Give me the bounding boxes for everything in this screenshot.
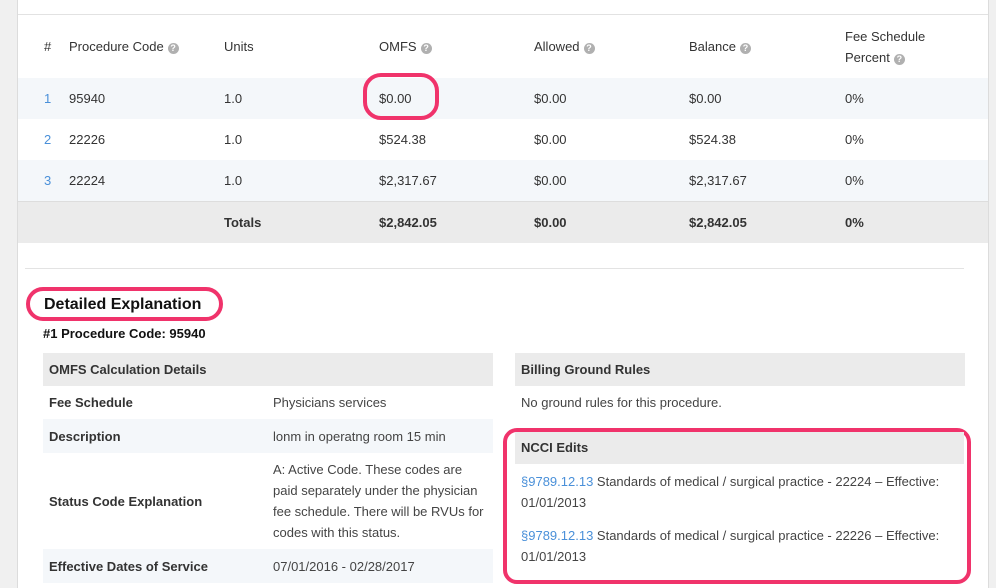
ncci-edit-item: §9789.12.13 Standards of medical / surgi… bbox=[521, 525, 961, 567]
header-omfs: OMFS? bbox=[379, 15, 534, 78]
cell-code: 95940 bbox=[69, 91, 106, 106]
ground-rules-text: No ground rules for this procedure. bbox=[521, 395, 722, 410]
table-row[interactable]: 1 95940 1.0 $0.00 $0.00 $0.00 0% bbox=[18, 78, 988, 119]
cell-omfs: $2,317.67 bbox=[379, 172, 437, 188]
highlight-circle-omfs bbox=[363, 73, 439, 120]
detail-value: 07/01/2016 - 02/28/2017 bbox=[273, 558, 415, 574]
header-units: Units bbox=[224, 39, 254, 54]
detail-value: lonm in operatng room 15 min bbox=[273, 428, 446, 444]
cell-allowed: $0.00 bbox=[534, 91, 567, 106]
totals-omfs: $2,842.05 bbox=[379, 200, 534, 243]
table-header-row: # Procedure Code? Units OMFS? Allowed? B… bbox=[18, 15, 988, 78]
ncci-edits-header: NCCI Edits bbox=[515, 432, 964, 464]
cell-allowed: $0.00 bbox=[534, 132, 567, 147]
cell-fsp: 0% bbox=[845, 132, 864, 147]
cell-code: 22224 bbox=[69, 172, 106, 188]
cell-units: 1.0 bbox=[224, 132, 243, 147]
totals-label: Totals bbox=[224, 200, 379, 243]
omfs-details-table: Fee Schedule Physicians services Descrip… bbox=[43, 386, 493, 583]
procedure-subtitle: #1 Procedure Code: 95940 bbox=[43, 326, 206, 341]
header-num: # bbox=[44, 39, 52, 54]
detail-row: Effective Dates of Service 07/01/2016 - … bbox=[43, 549, 493, 583]
section-divider bbox=[25, 268, 964, 269]
header-fee-schedule-percent: Fee Schedule Percent? bbox=[845, 28, 926, 65]
detail-row: Status Code Explanation A: Active Code. … bbox=[43, 453, 493, 549]
procedure-table: # Procedure Code? Units OMFS? Allowed? B… bbox=[18, 15, 988, 243]
panel-header: OMFS Calculation Details bbox=[43, 353, 493, 386]
help-icon[interactable]: ? bbox=[583, 43, 595, 54]
row-number-link[interactable]: 2 bbox=[44, 132, 51, 147]
cell-units: 1.0 bbox=[224, 91, 243, 106]
cell-allowed: $0.00 bbox=[534, 172, 567, 188]
panel-header: Billing Ground Rules bbox=[515, 353, 965, 386]
table-row[interactable]: 2 22226 1.0 $524.38 $0.00 $524.38 0% bbox=[18, 119, 988, 160]
detail-key: Status Code Explanation bbox=[49, 493, 203, 509]
totals-allowed: $0.00 bbox=[534, 200, 689, 243]
header-procedure-code: Procedure Code? bbox=[69, 15, 224, 78]
help-icon[interactable]: ? bbox=[167, 43, 179, 54]
detail-key: Effective Dates of Service bbox=[49, 558, 208, 574]
detail-key: Description bbox=[49, 428, 121, 444]
help-icon[interactable]: ? bbox=[420, 43, 432, 54]
cell-balance: $524.38 bbox=[689, 132, 736, 147]
table-row[interactable]: 3 22224 1.0 $2,317.67 $0.00 $2,317.67 0% bbox=[18, 160, 988, 201]
section-title: Detailed Explanation bbox=[44, 296, 202, 313]
cell-fsp: 0% bbox=[845, 172, 864, 188]
row-number-link[interactable]: 1 bbox=[44, 91, 51, 106]
cell-fsp: 0% bbox=[845, 91, 864, 106]
row-number-link[interactable]: 3 bbox=[44, 173, 51, 188]
cell-code: 22226 bbox=[69, 132, 106, 147]
detail-row: Fee Schedule Physicians services bbox=[43, 386, 493, 419]
detail-key: Fee Schedule bbox=[49, 395, 133, 410]
header-allowed: Allowed? bbox=[534, 15, 689, 78]
detail-row: Description lonm in operatng room 15 min bbox=[43, 419, 493, 453]
help-icon[interactable]: ? bbox=[893, 53, 905, 65]
cell-units: 1.0 bbox=[224, 172, 243, 188]
detail-value: Physicians services bbox=[273, 395, 387, 410]
omfs-calculation-panel: OMFS Calculation Details Fee Schedule Ph… bbox=[43, 353, 493, 583]
detailed-explanation-highlight: Detailed Explanation bbox=[26, 287, 223, 321]
totals-balance: $2,842.05 bbox=[689, 200, 845, 243]
totals-fsp: 0% bbox=[845, 200, 988, 243]
cell-omfs: $524.38 bbox=[379, 132, 426, 147]
ncci-edit-item: §9789.12.13 Standards of medical / surgi… bbox=[521, 471, 961, 513]
cell-balance: $2,317.67 bbox=[689, 172, 747, 188]
detail-value: A: Active Code. These codes are paid sep… bbox=[273, 462, 484, 540]
header-balance: Balance? bbox=[689, 15, 845, 78]
help-icon[interactable]: ? bbox=[739, 43, 751, 54]
regulation-link[interactable]: §9789.12.13 bbox=[521, 474, 593, 489]
cell-balance: $0.00 bbox=[689, 91, 722, 106]
regulation-link[interactable]: §9789.12.13 bbox=[521, 528, 593, 543]
billing-ground-rules-panel: Billing Ground Rules No ground rules for… bbox=[515, 353, 965, 419]
totals-row: Totals $2,842.05 $0.00 $2,842.05 0% bbox=[18, 200, 988, 243]
